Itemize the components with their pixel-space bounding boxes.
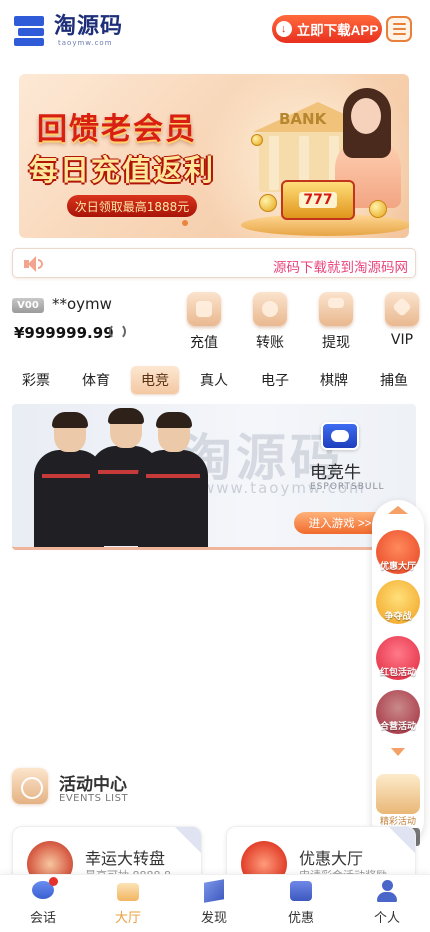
scroll-down-icon[interactable] bbox=[391, 748, 405, 756]
events-subtitle: EVENTS LIST bbox=[59, 793, 129, 804]
side-promo-hall-label: 优惠大厅 bbox=[379, 562, 416, 572]
carousel-indicator[interactable] bbox=[182, 220, 188, 226]
refresh-icon[interactable] bbox=[108, 322, 128, 342]
transfer-label: 转账 bbox=[256, 335, 284, 351]
side-partner-label: 合营活动 bbox=[379, 722, 416, 732]
side-contest-label: 争夺战 bbox=[384, 612, 412, 622]
top-header: 淘源码 taoymw.com ↓ 立即下载APP bbox=[0, 0, 430, 62]
app-screen: 淘源码 taoymw.com ↓ 立即下载APP 回馈老会员 每日充值返利 次日… bbox=[0, 0, 430, 932]
coin-icon bbox=[259, 194, 277, 212]
nav-chat[interactable]: 会话 bbox=[13, 877, 73, 926]
withdraw-label: 提现 bbox=[322, 335, 350, 351]
tab-fishing[interactable]: 捕鱼 bbox=[370, 366, 418, 394]
coin-icon bbox=[251, 134, 263, 146]
tab-live[interactable]: 真人 bbox=[190, 366, 238, 394]
events-title: 活动中心 bbox=[59, 775, 127, 795]
transfer-icon bbox=[253, 292, 287, 326]
slot-reels: 777 bbox=[299, 192, 337, 208]
nav-promo[interactable]: 优惠 bbox=[271, 879, 331, 926]
game-subtitle: ESPORTSBULL bbox=[310, 482, 385, 492]
lobby-icon bbox=[115, 879, 141, 903]
nav-discover[interactable]: 发现 bbox=[184, 879, 244, 926]
discover-icon bbox=[201, 879, 227, 903]
side-red-envelope[interactable]: 红包活动 bbox=[376, 636, 420, 680]
bottom-navigation: 会话 大厅 发现 优惠 个人 bbox=[0, 874, 430, 932]
chat-icon bbox=[30, 877, 58, 903]
download-app-button[interactable]: ↓ 立即下载APP bbox=[272, 15, 382, 43]
profile-icon bbox=[374, 879, 400, 903]
announcement-text: 源码下载就到淘源码网 bbox=[273, 260, 408, 276]
promo-banner[interactable]: 回馈老会员 每日充值返利 次日领取最高1888元 BANK 777 bbox=[19, 74, 409, 238]
gift-box-icon[interactable] bbox=[376, 774, 420, 814]
tab-slots[interactable]: 电子 bbox=[251, 366, 299, 394]
game-category-tabs: 彩票 体育 电竞 真人 电子 棋牌 捕鱼 bbox=[0, 364, 430, 396]
banner-subheadline: 每日充值返利 bbox=[29, 153, 216, 187]
side-partner[interactable]: 合营活动 bbox=[376, 690, 420, 734]
floating-promo-bar: 优惠大厅 争夺战 红包活动 合营活动 精彩活动 bbox=[372, 500, 424, 846]
wallet-balance: ¥999999.99 bbox=[14, 324, 114, 342]
esportsbull-logo-icon bbox=[321, 422, 359, 450]
vip-level-badge: V00 bbox=[12, 298, 44, 313]
events-center-icon bbox=[12, 768, 48, 804]
deposit-icon bbox=[187, 292, 221, 326]
slot-machine-illustration: 777 bbox=[281, 180, 355, 220]
download-app-label: 立即下载APP bbox=[296, 23, 379, 38]
event-card-title: 幸运大转盘 bbox=[85, 849, 166, 868]
coin-icon bbox=[369, 200, 387, 218]
speaker-icon bbox=[23, 255, 43, 273]
tab-lottery[interactable]: 彩票 bbox=[12, 366, 60, 394]
vip-diamond-icon bbox=[385, 292, 419, 326]
logo-text: 淘源码 bbox=[54, 13, 124, 39]
event-card-title: 优惠大厅 bbox=[299, 849, 364, 868]
side-contest[interactable]: 争夺战 bbox=[376, 580, 420, 624]
vip-label: VIP bbox=[390, 332, 414, 348]
banner-headline: 回馈老会员 bbox=[37, 112, 197, 147]
announcement-marquee[interactable]: 源码下载就到淘源码网 bbox=[12, 248, 416, 278]
download-icon: ↓ bbox=[275, 21, 292, 37]
tab-chess[interactable]: 棋牌 bbox=[310, 366, 358, 394]
player-image bbox=[138, 412, 208, 547]
vip-button[interactable]: VIP bbox=[380, 292, 424, 348]
withdraw-icon bbox=[319, 292, 353, 326]
side-red-envelope-label: 红包活动 bbox=[379, 668, 416, 678]
deposit-button[interactable]: 充值 bbox=[182, 292, 226, 352]
deposit-label: 充值 bbox=[190, 335, 218, 351]
logo-mark-icon bbox=[14, 14, 50, 48]
side-promo-hall[interactable]: 优惠大厅 bbox=[376, 530, 420, 574]
menu-button[interactable] bbox=[386, 16, 412, 42]
nav-profile[interactable]: 个人 bbox=[357, 879, 417, 926]
tab-sports[interactable]: 体育 bbox=[72, 366, 120, 394]
scroll-up-icon[interactable] bbox=[388, 506, 408, 514]
promo-icon bbox=[288, 879, 314, 903]
esports-game-card[interactable]: 淘源码 www.taoymw.com 电竞牛 ESPORTSBULL 进入游戏 … bbox=[12, 404, 416, 550]
site-logo[interactable]: 淘源码 taoymw.com bbox=[14, 14, 123, 48]
menu-icon bbox=[392, 23, 406, 25]
banner-pill: 次日领取最高1888元 bbox=[67, 195, 197, 217]
nav-lobby[interactable]: 大厅 bbox=[98, 879, 158, 926]
notification-dot bbox=[49, 877, 58, 886]
bank-sign: BANK bbox=[279, 110, 327, 128]
withdraw-button[interactable]: 提现 bbox=[314, 292, 358, 352]
tab-esports[interactable]: 电竞 bbox=[131, 366, 179, 394]
game-name: 电竞牛 bbox=[310, 463, 361, 483]
transfer-button[interactable]: 转账 bbox=[248, 292, 292, 352]
username: **oymw bbox=[52, 295, 112, 313]
logo-subtext: taoymw.com bbox=[58, 38, 113, 47]
